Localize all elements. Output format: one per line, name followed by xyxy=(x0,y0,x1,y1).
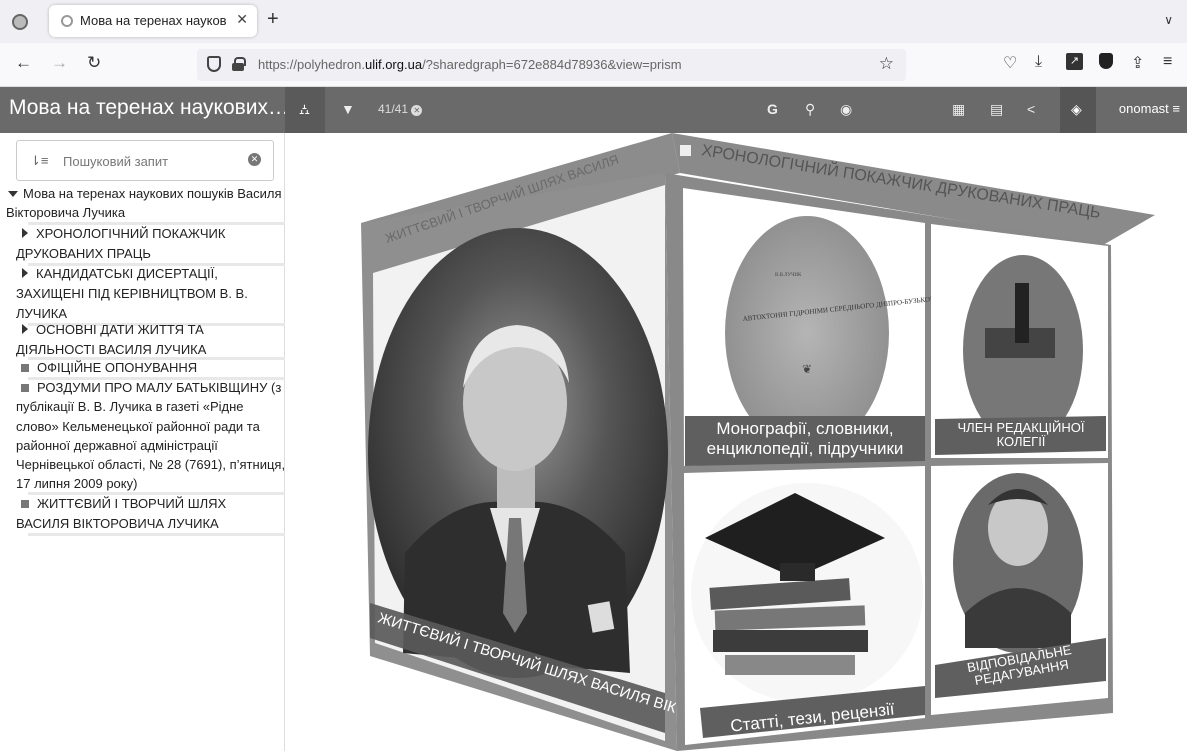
pocket-icon[interactable]: ♡ xyxy=(1003,53,1017,73)
sort-icon[interactable]: ⇂≡ xyxy=(30,153,48,169)
caret-right-icon[interactable] xyxy=(22,228,28,238)
clear-filter-icon[interactable]: ✕ xyxy=(411,105,423,116)
leaf-square-icon xyxy=(21,500,29,508)
tree-divider xyxy=(28,533,285,536)
hierarchy-icon: ⛼ xyxy=(299,101,310,117)
downloads-icon[interactable]: ⤓ xyxy=(1035,53,1042,71)
new-tab-button[interactable]: + xyxy=(267,8,279,31)
grid-view-icon[interactable]: ▦ xyxy=(952,101,965,118)
sidebar-tree: ⇂≡ ✕ Мова на теренах наукових пошуків Ва… xyxy=(0,133,285,751)
tile-editorial-board[interactable]: ЧЛЕН РЕДАКЦІЙНОЇ КОЛЕГІЇ xyxy=(931,224,1108,458)
prism-stage: ЖИТТЄВИЙ І ТВОРЧИЙ ШЛЯХ ВАСИЛЯ ЖИТТЄВИЙ … xyxy=(285,133,1187,751)
tree-root-label: Мова на теренах наукових пошуків Василя … xyxy=(6,186,282,220)
tree-item-label: ХРОНОЛОГІЧНИЙ ПОКАЖЧИК ДРУКОВАНИХ ПРАЦЬ xyxy=(16,226,226,261)
tile-articles[interactable]: Статті, тези, рецензії xyxy=(684,466,925,745)
portrait-photo[interactable] xyxy=(368,228,668,678)
back-arrow-icon[interactable]: ← xyxy=(15,53,32,73)
leaf-square-icon xyxy=(21,364,29,372)
share-icon[interactable]: ⇪ xyxy=(1131,53,1144,73)
share-nodes-icon[interactable]: < xyxy=(1027,101,1035,117)
url-text[interactable]: https://polyhedron.ulif.org.ua/?sharedgr… xyxy=(258,57,682,72)
search-icon[interactable]: ⚲ xyxy=(805,101,815,118)
app-toolbar: Мова на теренах наукових… ⛼ ▼ 41/41 ✕ G … xyxy=(0,87,1187,133)
tile-label: Монографії, словники, енциклопедії, підру… xyxy=(707,419,904,458)
url-bar[interactable]: https://polyhedron.ulif.org.ua/?sharedgr… xyxy=(197,49,906,81)
filter-count[interactable]: 41/41 ✕ xyxy=(378,102,423,116)
tab-list-chevron-icon[interactable]: ∨ xyxy=(1164,13,1173,27)
book-emblem-icon: ❦ xyxy=(802,362,812,376)
table-view-icon[interactable]: ▤ xyxy=(990,101,1003,118)
tree-item-label: ОСНОВНІ ДАТИ ЖИТТЯ ТА ДІЯЛЬНОСТІ ВАСИЛЯ … xyxy=(16,322,207,357)
hamburger-menu-icon[interactable]: ≡ xyxy=(1163,53,1172,71)
tree-item-life-path[interactable]: ЖИТТЄВИЙ І ТВОРЧИЙ ШЛЯХ ВАСИЛЯ ВІКТОРОВИ… xyxy=(16,494,281,534)
browser-tab[interactable]: Мова на теренах науков ✕ xyxy=(49,5,257,37)
app-title[interactable]: Мова на теренах наукових… xyxy=(9,96,289,120)
eye-icon[interactable]: ◉ xyxy=(840,101,852,118)
user-menu[interactable]: onomast ≡ xyxy=(1119,101,1180,116)
tree-root[interactable]: Мова на теренах наукових пошуків Василя … xyxy=(6,184,286,222)
search-box: ⇂≡ ✕ xyxy=(16,140,274,181)
tree-item-dissertations[interactable]: КАНДИДАТСЬКІ ДИСЕРТАЦІЇ, ЗАХИЩЕНІ ПІД КЕ… xyxy=(16,264,281,324)
caret-down-icon[interactable] xyxy=(8,191,18,197)
tree-item-official-opposition[interactable]: ОФІЦІЙНЕ ОПОНУВАННЯ xyxy=(16,358,281,378)
ublock-shield-icon[interactable] xyxy=(1099,53,1113,69)
hierarchy-button[interactable]: ⛼ xyxy=(285,87,325,133)
tile-responsible-editing[interactable]: ВІДПОВІДАЛЬНЕРЕДАГУВАННЯ xyxy=(931,463,1108,715)
tab-favicon-icon xyxy=(61,15,73,27)
clear-search-icon[interactable]: ✕ xyxy=(248,153,261,166)
tree-item-life-dates[interactable]: ОСНОВНІ ДАТИ ЖИТТЯ ТА ДІЯЛЬНОСТІ ВАСИЛЯ … xyxy=(16,320,281,360)
browser-navbar: ← → ↻ https://polyhedron.ulif.org.ua/?sh… xyxy=(0,43,1187,87)
browser-tab-bar: Мова на теренах науков ✕ + ∨ xyxy=(0,0,1187,43)
tree-item-label: КАНДИДАТСЬКІ ДИСЕРТАЦІЇ, ЗАХИЩЕНІ ПІД КЕ… xyxy=(16,266,248,321)
tracking-shield-icon[interactable] xyxy=(207,56,221,72)
tree-item-chronological-index[interactable]: ХРОНОЛОГІЧНИЙ ПОКАЖЧИК ДРУКОВАНИХ ПРАЦЬ xyxy=(16,224,281,264)
tab-close-icon[interactable]: ✕ xyxy=(236,11,248,28)
caret-right-icon[interactable] xyxy=(22,268,28,278)
leaf-square-icon xyxy=(21,384,29,392)
bookmark-star-icon[interactable]: ☆ xyxy=(879,54,894,74)
firefox-logo-icon[interactable] xyxy=(12,14,28,30)
search-input[interactable] xyxy=(63,151,238,171)
caret-right-icon[interactable] xyxy=(22,324,28,334)
tab-title: Мова на теренах науков xyxy=(80,13,227,28)
prism-view-button[interactable]: ◈ xyxy=(1060,87,1096,133)
tree-item-label: РОЗДУМИ ПРО МАЛУ БАТЬКІВЩИНУ (з публікац… xyxy=(16,380,286,492)
extension-icon[interactable]: ↗ xyxy=(1066,53,1083,70)
google-icon[interactable]: G xyxy=(767,101,778,117)
book-cover-image xyxy=(725,216,889,450)
cube-icon: ◈ xyxy=(1071,101,1082,117)
prism-svg: ЖИТТЄВИЙ І ТВОРЧИЙ ШЛЯХ ВАСИЛЯ ЖИТТЄВИЙ … xyxy=(361,133,1155,751)
tree-item-reflections[interactable]: РОЗДУМИ ПРО МАЛУ БАТЬКІВЩИНУ (з публікац… xyxy=(16,378,288,494)
tree-item-label: ОФІЦІЙНЕ ОПОНУВАННЯ xyxy=(37,360,198,375)
lock-icon[interactable] xyxy=(232,57,246,71)
book-author: В.В.ЛУЧИК xyxy=(775,273,802,278)
tree-item-label: ЖИТТЄВИЙ І ТВОРЧИЙ ШЛЯХ ВАСИЛЯ ВІКТОРОВИ… xyxy=(16,496,227,531)
reload-icon[interactable]: ↻ xyxy=(87,53,101,73)
forward-arrow-icon[interactable]: → xyxy=(51,53,68,73)
filter-icon[interactable]: ▼ xyxy=(341,101,355,117)
